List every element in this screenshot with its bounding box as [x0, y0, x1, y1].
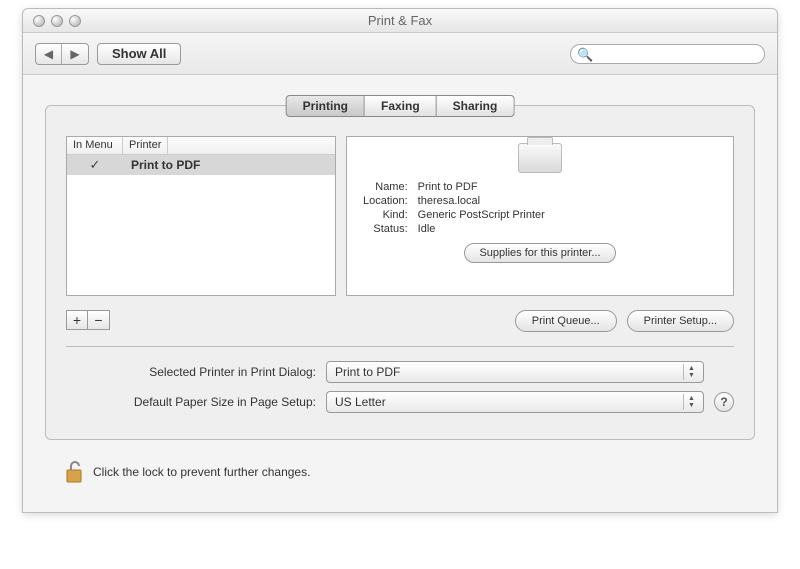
- printer-setup-button[interactable]: Printer Setup...: [627, 310, 734, 332]
- location-value: theresa.local: [418, 195, 545, 207]
- unlock-icon[interactable]: [63, 460, 85, 484]
- remove-printer-button[interactable]: −: [88, 310, 110, 330]
- paper-size-label: Default Paper Size in Page Setup:: [66, 395, 326, 409]
- lock-row: Click the lock to prevent further change…: [45, 440, 755, 498]
- back-button[interactable]: ◀: [36, 44, 62, 64]
- search-input[interactable]: [570, 44, 765, 64]
- printer-icon: [518, 143, 562, 173]
- supplies-button[interactable]: Supplies for this printer...: [464, 243, 615, 263]
- popup-arrows-icon: ▲▼: [683, 364, 699, 380]
- divider: [66, 346, 734, 347]
- tab-printing[interactable]: Printing: [286, 95, 365, 117]
- printer-name-cell: Print to PDF: [123, 158, 200, 172]
- status-label: Status:: [363, 223, 408, 235]
- add-printer-button[interactable]: +: [66, 310, 88, 330]
- location-label: Location:: [363, 195, 408, 207]
- titlebar: Print & Fax: [23, 9, 777, 33]
- name-value: Print to PDF: [418, 181, 545, 193]
- prefpane-window: Print & Fax ◀ ▶ Show All 🔍 Printing Faxi…: [22, 8, 778, 513]
- tab-faxing[interactable]: Faxing: [365, 95, 437, 117]
- kind-label: Kind:: [363, 209, 408, 221]
- status-value: Idle: [418, 223, 545, 235]
- search-field-wrap: 🔍: [570, 44, 765, 64]
- printing-panel: In Menu Printer ✓ Print to PDF Name: Pri…: [45, 105, 755, 440]
- printer-info-grid: Name: Print to PDF Location: theresa.loc…: [363, 181, 545, 235]
- search-icon: 🔍: [577, 47, 593, 63]
- paper-size-value: US Letter: [335, 395, 386, 409]
- selected-printer-label: Selected Printer in Print Dialog:: [66, 365, 326, 379]
- tab-sharing[interactable]: Sharing: [437, 95, 515, 117]
- printer-list[interactable]: In Menu Printer ✓ Print to PDF: [66, 136, 336, 296]
- column-header-printer[interactable]: Printer: [123, 137, 168, 154]
- printer-list-header: In Menu Printer: [67, 137, 335, 155]
- selected-printer-row: Selected Printer in Print Dialog: Print …: [66, 361, 734, 383]
- help-button[interactable]: ?: [714, 392, 734, 412]
- paper-size-popup[interactable]: US Letter ▲▼: [326, 391, 704, 413]
- nav-back-forward: ◀ ▶: [35, 43, 89, 65]
- selected-printer-value: Print to PDF: [335, 365, 400, 379]
- paper-size-row: Default Paper Size in Page Setup: US Let…: [66, 391, 734, 413]
- column-header-in-menu[interactable]: In Menu: [67, 137, 123, 154]
- columns: In Menu Printer ✓ Print to PDF Name: Pri…: [66, 136, 734, 296]
- in-menu-check-icon[interactable]: ✓: [67, 157, 123, 173]
- print-queue-button[interactable]: Print Queue...: [515, 310, 617, 332]
- printer-list-row[interactable]: ✓ Print to PDF: [67, 155, 335, 175]
- window-title: Print & Fax: [23, 13, 777, 28]
- lock-text: Click the lock to prevent further change…: [93, 465, 310, 479]
- name-label: Name:: [363, 181, 408, 193]
- action-buttons: Print Queue... Printer Setup...: [515, 302, 734, 332]
- printer-detail-pane: Name: Print to PDF Location: theresa.loc…: [346, 136, 734, 296]
- tab-bar: Printing Faxing Sharing: [286, 95, 515, 117]
- kind-value: Generic PostScript Printer: [418, 209, 545, 221]
- selected-printer-popup[interactable]: Print to PDF ▲▼: [326, 361, 704, 383]
- popup-arrows-icon: ▲▼: [683, 394, 699, 410]
- list-tools: + −: [66, 310, 110, 330]
- toolbar: ◀ ▶ Show All 🔍: [23, 33, 777, 75]
- forward-button[interactable]: ▶: [62, 44, 88, 64]
- content-area: Printing Faxing Sharing In Menu Printer …: [23, 75, 777, 512]
- show-all-button[interactable]: Show All: [97, 43, 181, 65]
